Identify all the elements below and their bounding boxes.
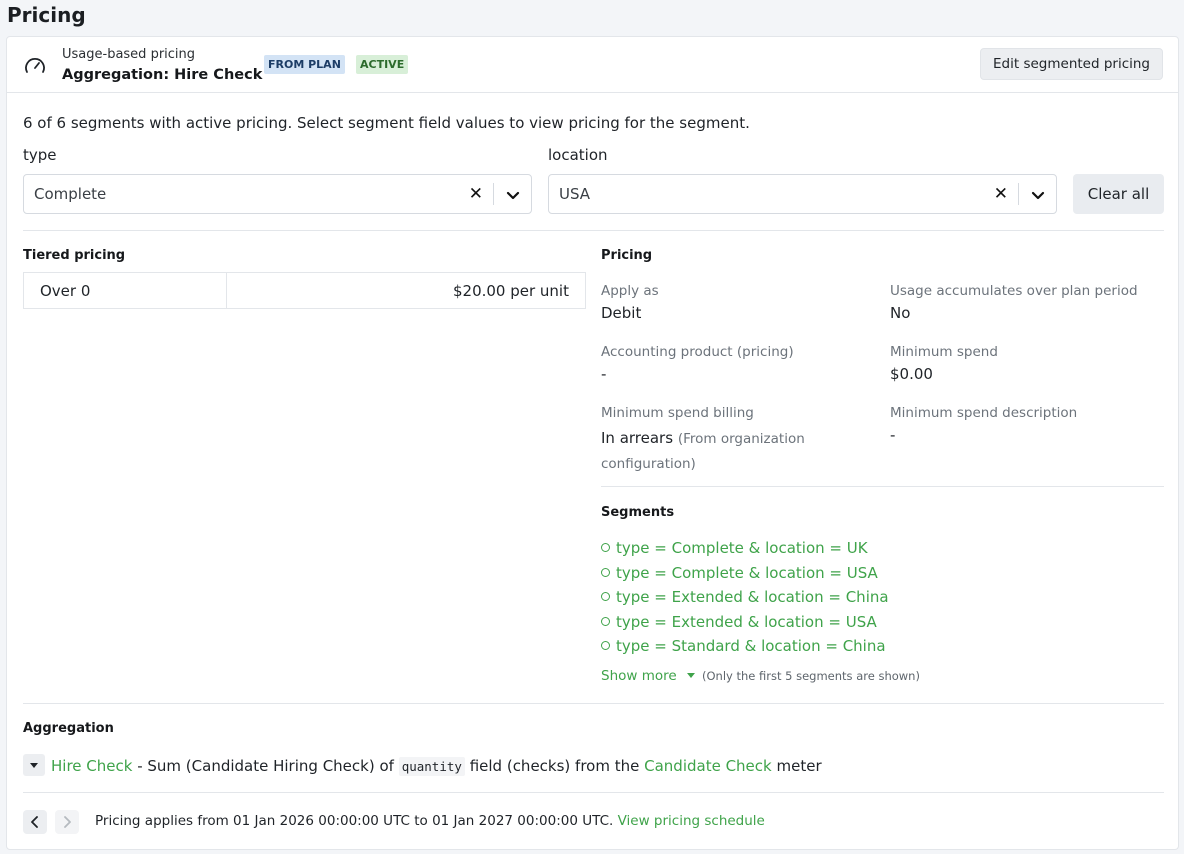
card-header: Usage-based pricing Aggregation: Hire Ch… bbox=[7, 37, 1178, 93]
usage-pricing-card: Usage-based pricing Aggregation: Hire Ch… bbox=[6, 36, 1179, 850]
from-plan-badge: FROM PLAN bbox=[264, 55, 345, 74]
divider bbox=[23, 230, 1164, 231]
previous-period-button[interactable] bbox=[23, 810, 47, 834]
min-spend-description-value: - bbox=[890, 426, 896, 444]
aggregation-description: Hire Check - Sum (Candidate Hiring Check… bbox=[23, 754, 822, 776]
meter-link[interactable]: Candidate Check bbox=[644, 757, 772, 775]
pricing-period-text: Pricing applies from 01 Jan 2026 00:00:0… bbox=[95, 813, 765, 829]
segments-note: (Only the first 5 segments are shown) bbox=[702, 669, 920, 683]
chevron-down-icon[interactable] bbox=[1031, 188, 1045, 202]
segment-item[interactable]: type = Complete & location = USA bbox=[601, 564, 889, 589]
circle-icon bbox=[601, 592, 610, 601]
chevron-down-icon[interactable] bbox=[506, 188, 520, 202]
segments-title: Segments bbox=[601, 505, 675, 520]
usage-accumulates-label: Usage accumulates over plan period bbox=[890, 283, 1138, 299]
location-select-value: USA bbox=[559, 185, 591, 203]
pricing-title: Pricing bbox=[601, 248, 653, 263]
clear-type-icon[interactable]: ✕ bbox=[469, 184, 483, 204]
min-spend-billing-label: Minimum spend billing bbox=[601, 405, 754, 421]
accounting-product-label: Accounting product (pricing) bbox=[601, 344, 794, 360]
minimum-spend-value: $0.00 bbox=[890, 365, 933, 383]
tiered-pricing-title: Tiered pricing bbox=[23, 248, 126, 263]
segment-list: type = Complete & location = UK type = C… bbox=[601, 539, 889, 662]
min-spend-billing-value: In arrears (From organization configurat… bbox=[601, 426, 861, 476]
min-spend-description-label: Minimum spend description bbox=[890, 405, 1078, 421]
chevron-right-icon bbox=[64, 816, 71, 828]
select-divider bbox=[1018, 183, 1019, 205]
divider bbox=[601, 486, 1164, 487]
aggregation-link[interactable]: Hire Check bbox=[51, 757, 132, 775]
min-spend-billing-text: In arrears bbox=[601, 429, 674, 447]
usage-accumulates-value: No bbox=[890, 304, 911, 322]
clear-all-button[interactable]: Clear all bbox=[1073, 174, 1164, 214]
view-pricing-schedule-link[interactable]: View pricing schedule bbox=[618, 813, 765, 829]
status-badge: ACTIVE bbox=[356, 55, 409, 74]
location-field-label: location bbox=[548, 146, 608, 164]
divider bbox=[23, 792, 1164, 793]
clear-location-icon[interactable]: ✕ bbox=[994, 184, 1008, 204]
page-title: Pricing bbox=[7, 3, 86, 27]
accounting-product-value: - bbox=[601, 365, 607, 383]
tier-price: $20.00 per unit bbox=[452, 282, 569, 300]
edit-segmented-pricing-button[interactable]: Edit segmented pricing bbox=[980, 48, 1163, 80]
circle-icon bbox=[601, 641, 610, 650]
type-select[interactable]: Complete ✕ bbox=[23, 174, 532, 214]
tier-row: Over 0 $20.00 per unit bbox=[23, 272, 586, 309]
apply-as-value: Debit bbox=[601, 304, 642, 322]
chevron-left-icon bbox=[31, 816, 38, 828]
tier-range-cell: Over 0 bbox=[24, 273, 227, 308]
divider bbox=[23, 703, 1164, 704]
type-field-label: type bbox=[23, 146, 57, 164]
select-divider bbox=[493, 183, 494, 205]
gauge-icon bbox=[25, 58, 45, 73]
next-period-button[interactable] bbox=[55, 810, 79, 834]
segment-item[interactable]: type = Extended & location = USA bbox=[601, 613, 889, 638]
segment-item[interactable]: type = Complete & location = UK bbox=[601, 539, 889, 564]
circle-icon bbox=[601, 616, 610, 626]
show-more-link[interactable]: Show more bbox=[601, 668, 695, 684]
location-select[interactable]: USA ✕ bbox=[548, 174, 1057, 214]
minimum-spend-label: Minimum spend bbox=[890, 344, 998, 360]
caret-down-icon bbox=[686, 673, 695, 678]
aggregation-title: Aggregation: Hire Check bbox=[62, 67, 263, 83]
circle-icon bbox=[601, 543, 610, 552]
segment-item[interactable]: type = Standard & location = China bbox=[601, 637, 889, 662]
apply-as-label: Apply as bbox=[601, 283, 659, 299]
expand-toggle-icon[interactable] bbox=[23, 754, 45, 776]
circle-icon bbox=[601, 567, 610, 577]
type-select-value: Complete bbox=[34, 185, 107, 203]
segment-summary: 6 of 6 segments with active pricing. Sel… bbox=[23, 114, 750, 132]
field-code: quantity bbox=[398, 757, 465, 776]
aggregation-section-title: Aggregation bbox=[23, 721, 114, 736]
tier-range: Over 0 bbox=[40, 282, 91, 300]
segment-item[interactable]: type = Extended & location = China bbox=[601, 588, 889, 613]
pricing-type-label: Usage-based pricing bbox=[62, 47, 196, 62]
